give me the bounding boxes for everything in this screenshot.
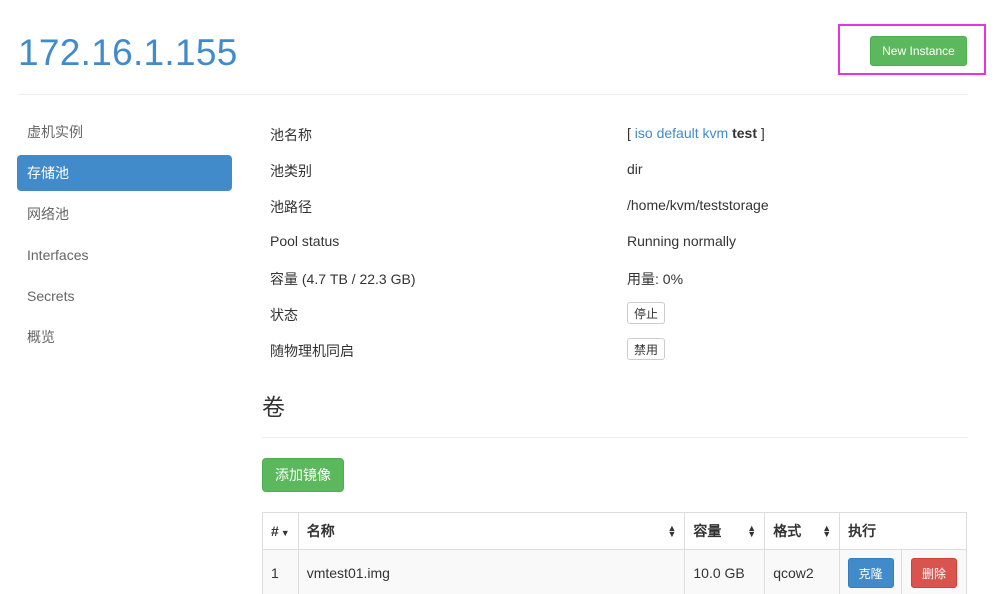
prop-row-state: 状态 停止: [262, 295, 968, 331]
pool-type-value: dir: [627, 161, 643, 177]
col-size-header[interactable]: 容量 ▲ ▼: [684, 512, 766, 550]
pool-status-label: Pool status: [270, 233, 340, 249]
sort-desc-icon: ▼: [280, 528, 290, 538]
pool-link-kvm[interactable]: kvm: [703, 125, 729, 141]
capacity-detail: (4.7 TB / 22.3 GB): [301, 271, 416, 287]
sidebar-item-secrets[interactable]: Secrets: [17, 278, 232, 314]
cell-actions: 克隆 删除: [839, 549, 967, 594]
col-index-label: #: [271, 523, 279, 539]
cell-format: qcow2: [764, 549, 841, 594]
pool-list-close: ]: [760, 125, 765, 141]
pool-properties: 池名称 [ iso default kvm test ] 池类别 dir 池路径…: [262, 115, 968, 369]
pool-type-label: 池类别: [270, 163, 312, 179]
capacity-label-text: 容量: [270, 271, 298, 287]
col-action-label: 执行: [848, 523, 877, 539]
volumes-divider: [262, 437, 968, 438]
sort-icon: ▲ ▼: [667, 523, 677, 539]
stop-pool-button[interactable]: 停止: [627, 302, 666, 324]
pool-list: [ iso default kvm test ]: [627, 125, 765, 141]
prop-row-autostart: 随物理机同启 禁用: [262, 331, 968, 369]
table-header-row: # ▼ 名称 ▲ ▼ 容量 ▲ ▼ 格式 ▲ ▼ 执行: [262, 512, 967, 550]
prop-row-capacity: 容量 (4.7 TB / 22.3 GB) 用量: 0%: [262, 259, 968, 295]
pool-state-label: 状态: [270, 307, 298, 323]
prop-row-status: Pool status Running normally: [262, 223, 968, 259]
col-index-header[interactable]: # ▼: [262, 512, 299, 550]
pool-name-label: 池名称: [270, 127, 312, 143]
table-row: 1 vmtest01.img 10.0 GB qcow2 克隆 删除: [262, 549, 967, 594]
pool-link-iso[interactable]: iso: [635, 125, 653, 141]
cell-index: 1: [262, 549, 299, 594]
pool-path-value: /home/kvm/teststorage: [627, 197, 769, 213]
host-title: 172.16.1.155: [18, 32, 238, 73]
pool-current: test: [732, 125, 757, 141]
delete-button[interactable]: 删除: [911, 558, 958, 588]
volumes-title: 卷: [262, 395, 285, 421]
clone-cell: 克隆: [840, 550, 903, 594]
delete-cell: 删除: [902, 550, 966, 594]
col-format-label: 格式: [773, 523, 802, 539]
action-group: 克隆 删除: [840, 550, 966, 594]
sidebar-item-storage[interactable]: 存储池: [17, 155, 232, 191]
col-size-label: 容量: [693, 523, 722, 539]
sidebar-item-instances[interactable]: 虚机实例: [17, 114, 232, 150]
prop-row-type: 池类别 dir: [262, 151, 968, 187]
col-action-header: 执行: [839, 512, 967, 550]
cell-size: 10.0 GB: [684, 549, 766, 594]
pool-list-open: [: [627, 125, 631, 141]
pool-status-value: Running normally: [627, 233, 736, 249]
add-image-button[interactable]: 添加镜像: [262, 458, 344, 492]
new-instance-button[interactable]: New Instance: [870, 36, 967, 66]
col-name-header[interactable]: 名称 ▲ ▼: [297, 512, 686, 550]
prop-row-path: 池路径 /home/kvm/teststorage: [262, 187, 968, 223]
sidebar-item-interfaces[interactable]: Interfaces: [17, 237, 232, 273]
col-name-label: 名称: [306, 523, 335, 539]
sort-icon: ▲ ▼: [822, 523, 832, 539]
pool-link-default[interactable]: default: [657, 125, 699, 141]
pool-path-label: 池路径: [270, 199, 312, 215]
sidebar-item-networks[interactable]: 网络池: [17, 196, 232, 232]
sidebar: 虚机实例 存储池 网络池 Interfaces Secrets 概览: [17, 114, 232, 360]
highlight-box: New Instance: [838, 24, 986, 75]
sidebar-item-overview[interactable]: 概览: [17, 319, 232, 355]
prop-row-name: 池名称 [ iso default kvm test ]: [262, 115, 968, 151]
sort-icon: ▲ ▼: [747, 523, 757, 539]
pool-usage-value: 用量: 0%: [627, 271, 684, 287]
disable-autostart-button[interactable]: 禁用: [627, 338, 666, 360]
pool-capacity-label: 容量 (4.7 TB / 22.3 GB): [270, 269, 416, 289]
volumes-table: # ▼ 名称 ▲ ▼ 容量 ▲ ▼ 格式 ▲ ▼ 执行 1 vmtest01.img 10.0…: [262, 512, 967, 594]
col-format-header[interactable]: 格式 ▲ ▼: [764, 512, 841, 550]
autostart-label: 随物理机同启: [270, 343, 354, 359]
clone-button[interactable]: 克隆: [847, 558, 894, 588]
header-divider: [18, 94, 968, 95]
cell-name: vmtest01.img: [297, 549, 686, 594]
